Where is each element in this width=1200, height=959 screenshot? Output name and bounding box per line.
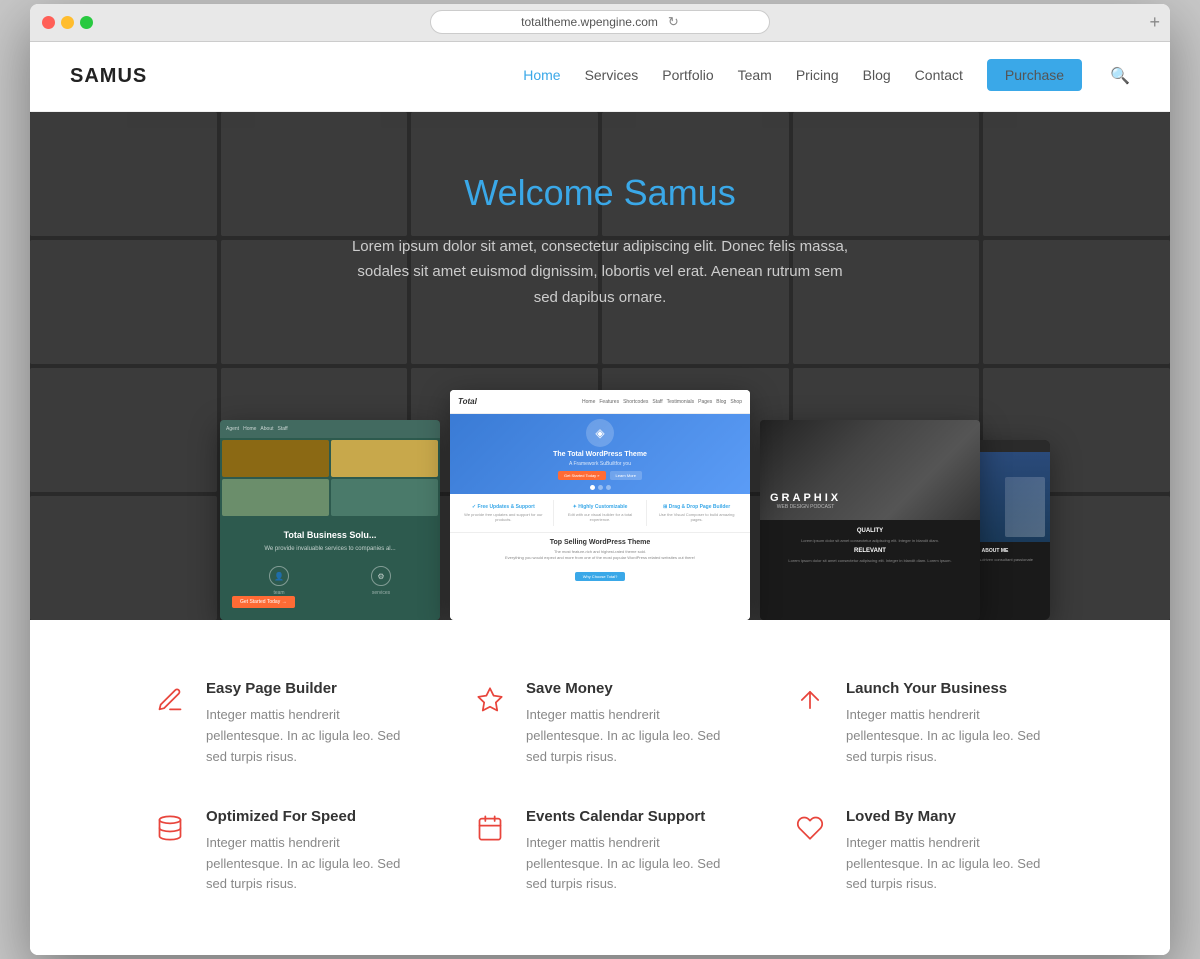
nav-item-purchase[interactable]: Purchase (987, 67, 1082, 85)
url-text: totaltheme.wpengine.com (521, 15, 658, 29)
new-tab-button[interactable]: + (1149, 12, 1160, 33)
nav-link-home[interactable]: Home (523, 67, 560, 83)
mockup-left-title: Total Business Solu... (232, 530, 428, 540)
hero-mockups: Agent HomeAboutStaff Total Business Solu… (170, 340, 1030, 620)
nav-link-portfolio[interactable]: Portfolio (662, 67, 713, 83)
feature-content-save-money: Save Money Integer mattis hendrerit pell… (526, 680, 730, 767)
nav-link-services[interactable]: Services (585, 67, 639, 83)
feature-desc-save-money: Integer mattis hendrerit pellentesque. I… (526, 705, 730, 767)
nav-link-contact[interactable]: Contact (915, 67, 963, 83)
feature-desc-launch-business: Integer mattis hendrerit pellentesque. I… (846, 705, 1050, 767)
features-section: Easy Page Builder Integer mattis hendrer… (30, 620, 1170, 955)
navbar: SAMUS Home Services Portfolio Team Prici… (30, 42, 1170, 112)
nav-item-blog[interactable]: Blog (863, 67, 891, 85)
hero-description: Lorem ipsum dolor sit amet, consectetur … (350, 234, 850, 311)
nav-item-team[interactable]: Team (738, 67, 772, 85)
feature-content-launch-business: Launch Your Business Integer mattis hend… (846, 680, 1050, 767)
mockup-main: Total HomeFeaturesShortcodesStaffTestimo… (450, 390, 750, 620)
nav-link-blog[interactable]: Blog (863, 67, 891, 83)
hero-content: Welcome Samus Lorem ipsum dolor sit amet… (350, 172, 850, 341)
website-content: SAMUS Home Services Portfolio Team Prici… (30, 42, 1170, 955)
feature-optimized-speed: Optimized For Speed Integer mattis hendr… (150, 808, 410, 895)
nav-item-home[interactable]: Home (523, 67, 560, 85)
mockup-right: GRAPHIX WEB DESIGN PODCAST QUALITY Lorem… (760, 420, 980, 620)
search-icon[interactable]: 🔍 (1110, 68, 1130, 85)
mockup-left-subtitle: We provide invaluable services to compan… (232, 546, 428, 552)
mockup-left-text: Total Business Solu... We provide invalu… (220, 518, 440, 620)
features-grid: Easy Page Builder Integer mattis hendrer… (150, 680, 1050, 895)
brand-logo[interactable]: SAMUS (70, 65, 147, 88)
feature-title-optimized-speed: Optimized For Speed (206, 808, 410, 825)
feature-loved-by-many: Loved By Many Integer mattis hendrerit p… (790, 808, 1050, 895)
feature-content-easy-page-builder: Easy Page Builder Integer mattis hendrer… (206, 680, 410, 767)
feature-icon-diamond (470, 680, 510, 720)
mockup-left: Agent HomeAboutStaff Total Business Solu… (220, 420, 440, 620)
mockup-hero-subtext: A Framework SuBuiltfor you (569, 461, 631, 467)
feature-title-easy-page-builder: Easy Page Builder (206, 680, 410, 697)
feature-easy-page-builder: Easy Page Builder Integer mattis hendrer… (150, 680, 410, 767)
feature-title-events-calendar: Events Calendar Support (526, 808, 730, 825)
feature-icon-heart (790, 808, 830, 848)
address-bar[interactable]: totaltheme.wpengine.com ↻ (430, 10, 770, 34)
reload-icon[interactable]: ↻ (668, 14, 679, 30)
feature-desc-loved-by-many: Integer mattis hendrerit pellentesque. I… (846, 833, 1050, 895)
minimize-button[interactable] (61, 16, 74, 29)
feature-desc-easy-page-builder: Integer mattis hendrerit pellentesque. I… (206, 705, 410, 767)
nav-item-pricing[interactable]: Pricing (796, 67, 839, 85)
mockup-hero-text: The Total WordPress Theme (553, 451, 647, 458)
feature-launch-business: Launch Your Business Integer mattis hend… (790, 680, 1050, 767)
nav-menu: Home Services Portfolio Team Pricing Blo… (523, 66, 1130, 86)
nav-link-pricing[interactable]: Pricing (796, 67, 839, 83)
feature-icon-calendar (470, 808, 510, 848)
feature-icon-pencil (150, 680, 190, 720)
nav-link-team[interactable]: Team (738, 67, 772, 83)
close-button[interactable] (42, 16, 55, 29)
nav-item-services[interactable]: Services (585, 67, 639, 85)
hero-section: Welcome Samus Lorem ipsum dolor sit amet… (30, 112, 1170, 621)
feature-title-loved-by-many: Loved By Many (846, 808, 1050, 825)
feature-title-launch-business: Launch Your Business (846, 680, 1050, 697)
feature-desc-events-calendar: Integer mattis hendrerit pellentesque. I… (526, 833, 730, 895)
traffic-lights (42, 16, 93, 29)
feature-title-save-money: Save Money (526, 680, 730, 697)
feature-save-money: Save Money Integer mattis hendrerit pell… (470, 680, 730, 767)
mockup-logo: Total (458, 397, 477, 406)
feature-icon-rocket (790, 680, 830, 720)
nav-item-search[interactable]: 🔍 (1106, 66, 1130, 86)
browser-window: totaltheme.wpengine.com ↻ + SAMUS Home S… (30, 4, 1170, 955)
feature-icon-database (150, 808, 190, 848)
hero-title: Welcome Samus (350, 172, 850, 214)
feature-content-loved-by-many: Loved By Many Integer mattis hendrerit p… (846, 808, 1050, 895)
mockup-left-btn: Get Started Today → (232, 596, 295, 608)
mockup-left-bar: Agent HomeAboutStaff (220, 420, 440, 438)
purchase-button[interactable]: Purchase (987, 59, 1082, 91)
maximize-button[interactable] (80, 16, 93, 29)
nav-item-contact[interactable]: Contact (915, 67, 963, 85)
feature-content-optimized-speed: Optimized For Speed Integer mattis hendr… (206, 808, 410, 895)
browser-titlebar: totaltheme.wpengine.com ↻ + (30, 4, 1170, 42)
feature-desc-optimized-speed: Integer mattis hendrerit pellentesque. I… (206, 833, 410, 895)
feature-events-calendar: Events Calendar Support Integer mattis h… (470, 808, 730, 895)
nav-item-portfolio[interactable]: Portfolio (662, 67, 713, 85)
feature-content-events-calendar: Events Calendar Support Integer mattis h… (526, 808, 730, 895)
